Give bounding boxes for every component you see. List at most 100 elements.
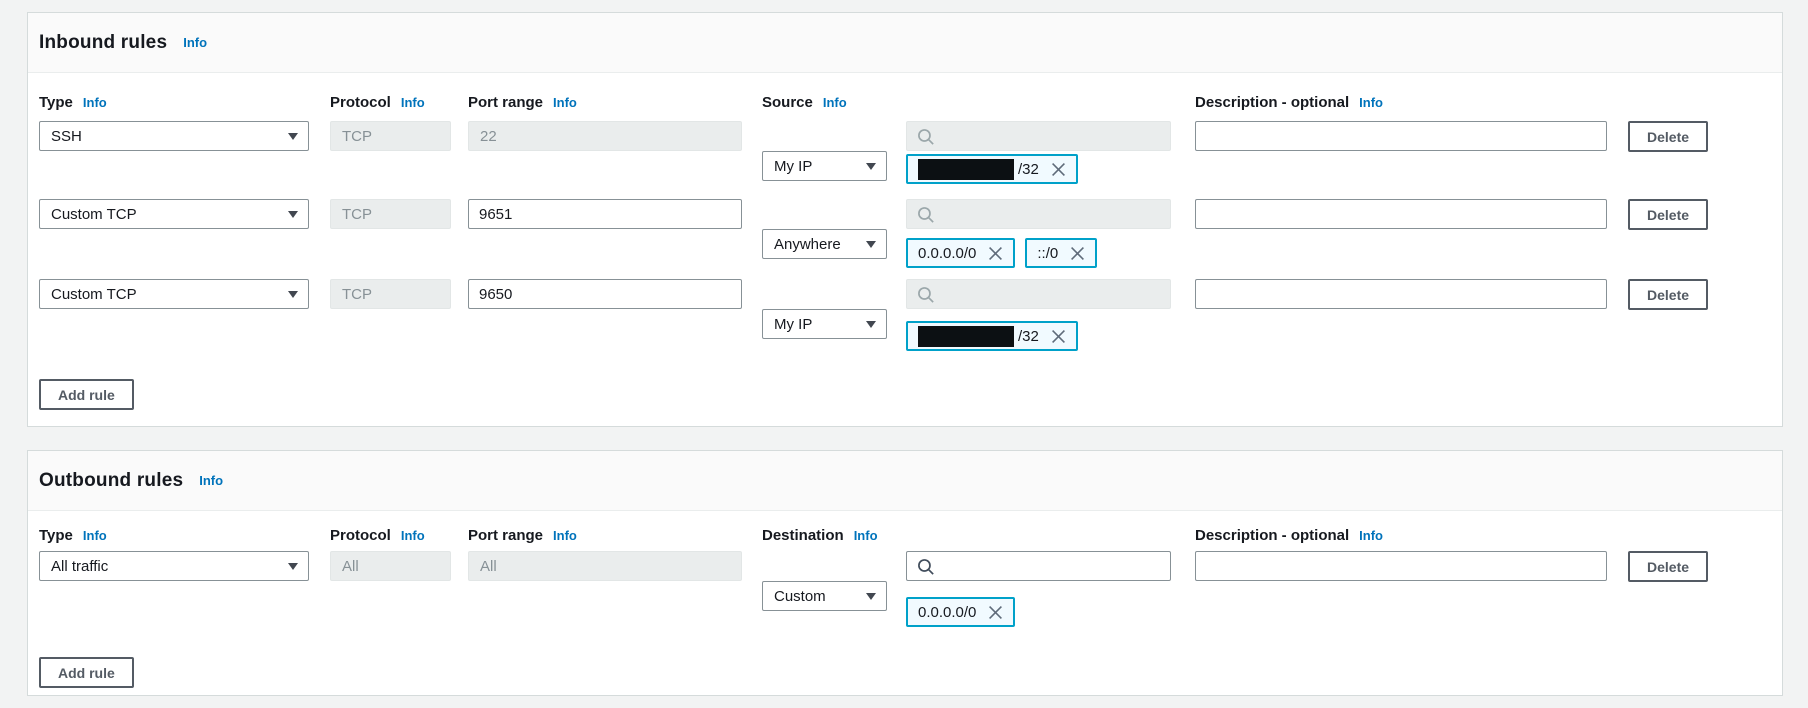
chevron-down-icon [288,133,298,140]
description-cell [1195,279,1607,309]
search-icon [917,286,934,303]
description-input[interactable] [1195,121,1607,151]
column-label-description: Description - optional Info [1195,94,1383,111]
column-label-protocol: Protocol Info [330,94,425,111]
protocol-field: All [330,551,451,581]
type-info-link[interactable]: Info [83,528,107,543]
add-rule-button[interactable]: Add rule [39,379,134,410]
port-range-cell [468,279,742,309]
delete-rule-button[interactable]: Delete [1628,199,1708,230]
source-select[interactable]: My IP [762,151,887,181]
source-search-input [943,201,1160,227]
outbound-rule-row: All traffic All All Custom Delete [28,551,1782,581]
destination-select[interactable]: Custom [762,581,887,611]
cidr-token: /32 [906,154,1078,184]
chevron-down-icon [866,163,876,170]
inbound-rules-header: Inbound rules Info [28,13,1782,73]
remove-token-icon[interactable] [988,605,1003,620]
column-label-type: Type Info [39,527,107,544]
outbound-rules-info-link[interactable]: Info [199,473,223,488]
destination-info-link[interactable]: Info [854,528,878,543]
outbound-rules-title: Outbound rules [39,470,183,492]
description-info-link[interactable]: Info [1359,95,1383,110]
column-label-type: Type Info [39,94,107,111]
source-select[interactable]: Anywhere [762,229,887,259]
source-token-row: 0.0.0.0/0 ::/0 [906,238,1097,268]
description-input[interactable] [1195,199,1607,229]
chevron-down-icon [866,593,876,600]
description-info-link[interactable]: Info [1359,528,1383,543]
description-cell [1195,121,1607,151]
description-input[interactable] [1195,279,1607,309]
outbound-rules-card: Outbound rules Info Type Info Protocol I… [27,450,1783,696]
source-search-field [906,279,1171,309]
search-icon [917,128,934,145]
redacted-ip [918,326,1014,347]
add-rule-button[interactable]: Add rule [39,657,134,688]
chevron-down-icon [866,241,876,248]
source-token-row: /32 [906,321,1078,351]
type-select[interactable]: Custom TCP [39,279,309,309]
column-label-destination: Destination Info [762,527,878,544]
chevron-down-icon [288,291,298,298]
chevron-down-icon [288,563,298,570]
source-search-input [943,281,1160,307]
source-search-field [906,121,1171,151]
port-range-input[interactable] [468,279,742,309]
type-select[interactable]: All traffic [39,551,309,581]
description-cell [1195,551,1607,581]
port-range-info-link[interactable]: Info [553,528,577,543]
outbound-rules-header: Outbound rules Info [28,451,1782,511]
column-label-port-range: Port range Info [468,94,577,111]
port-range-cell [468,199,742,229]
delete-rule-button[interactable]: Delete [1628,279,1708,310]
type-select[interactable]: SSH [39,121,309,151]
cidr-token: ::/0 [1025,238,1097,268]
source-info-link[interactable]: Info [823,95,847,110]
protocol-field: TCP [330,121,451,151]
delete-rule-button[interactable]: Delete [1628,551,1708,582]
source-token-row: /32 [906,154,1078,184]
source-select[interactable]: My IP [762,309,887,339]
remove-token-icon[interactable] [1051,162,1066,177]
cidr-token: 0.0.0.0/0 [906,597,1015,627]
remove-token-icon[interactable] [1070,246,1085,261]
inbound-rule-row: SSH TCP 22 My IP Delete [28,121,1782,151]
column-label-protocol: Protocol Info [330,527,425,544]
port-range-input[interactable] [468,199,742,229]
inbound-rules-card: Inbound rules Info Type Info Protocol In… [27,12,1783,427]
inbound-rule-row: Custom TCP TCP Anywhere Delete [28,199,1782,229]
column-label-port-range: Port range Info [468,527,577,544]
destination-search-field[interactable] [906,551,1171,581]
protocol-info-link[interactable]: Info [401,95,425,110]
search-icon [917,558,934,575]
source-search-input [943,123,1160,149]
inbound-rules-info-link[interactable]: Info [183,35,207,50]
column-label-source: Source Info [762,94,847,111]
cidr-token: /32 [906,321,1078,351]
column-label-description: Description - optional Info [1195,527,1383,544]
protocol-field: TCP [330,279,451,309]
remove-token-icon[interactable] [1051,329,1066,344]
destination-token-row: 0.0.0.0/0 [906,597,1015,627]
cidr-token: 0.0.0.0/0 [906,238,1015,268]
security-group-rules-page: Inbound rules Info Type Info Protocol In… [0,0,1808,708]
port-range-field: All [468,551,742,581]
inbound-rules-title: Inbound rules [39,32,167,54]
protocol-field: TCP [330,199,451,229]
delete-rule-button[interactable]: Delete [1628,121,1708,152]
type-select[interactable]: Custom TCP [39,199,309,229]
redacted-ip [918,159,1014,180]
port-range-info-link[interactable]: Info [553,95,577,110]
description-input[interactable] [1195,551,1607,581]
destination-search-input[interactable] [943,553,1160,579]
port-range-field: 22 [468,121,742,151]
remove-token-icon[interactable] [988,246,1003,261]
type-info-link[interactable]: Info [83,95,107,110]
chevron-down-icon [288,211,298,218]
source-search-field [906,199,1171,229]
inbound-rule-row: Custom TCP TCP My IP Delete [28,279,1782,309]
chevron-down-icon [866,321,876,328]
search-icon [917,206,934,223]
protocol-info-link[interactable]: Info [401,528,425,543]
